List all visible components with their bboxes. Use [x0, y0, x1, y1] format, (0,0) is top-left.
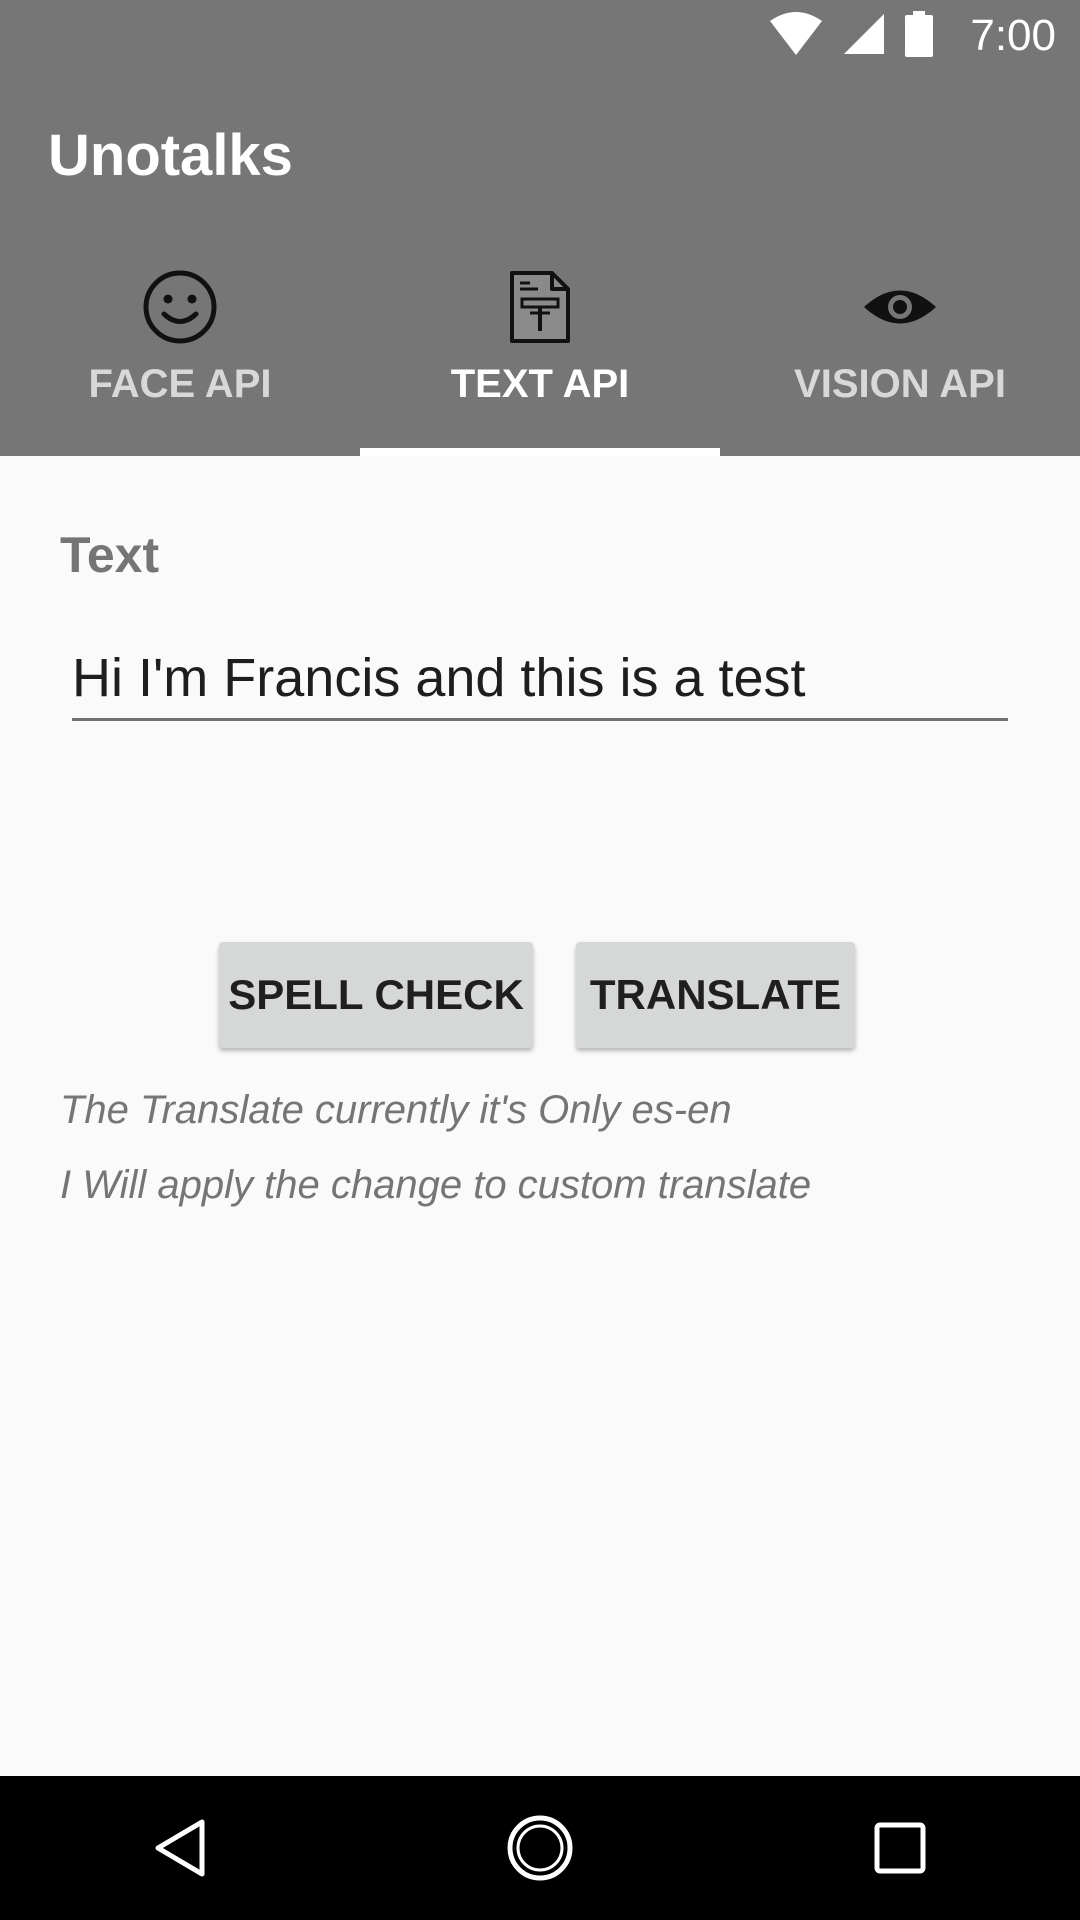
translate-button[interactable]: TRANSLATE: [576, 942, 855, 1048]
spell-check-button[interactable]: SPELL CHECK: [219, 942, 533, 1048]
tab-text-api[interactable]: TEXT API: [360, 240, 720, 456]
custom-translate-note: I Will apply the change to custom transl…: [60, 1163, 812, 1207]
cell-signal-icon: [842, 12, 886, 60]
text-input[interactable]: [72, 638, 1008, 721]
tab-vision-api[interactable]: VISION API: [720, 240, 1080, 456]
status-bar: 7:00: [0, 0, 1080, 72]
clock: 7:00: [970, 11, 1056, 60]
text-field-label: Text: [60, 527, 160, 583]
battery-icon: [904, 11, 934, 61]
tab-vision-api-label: VISION API: [794, 362, 1006, 406]
eye-icon: [861, 268, 939, 346]
translate-note: The Translate currently it's Only es-en: [60, 1088, 732, 1132]
tab-text-api-label: TEXT API: [450, 362, 630, 406]
back-icon[interactable]: [120, 1788, 240, 1908]
tab-face-api-label: FACE API: [88, 362, 272, 406]
smiley-face-icon: [141, 268, 219, 346]
app-bar: 7:00 Unotalks FACE API TEXT API VISION A…: [0, 0, 1080, 456]
app-title: Unotalks: [48, 123, 293, 188]
navigation-bar: [0, 1776, 1080, 1920]
text-document-icon: [501, 268, 579, 346]
active-tab-indicator: [360, 448, 720, 456]
status-icons: 7:00: [768, 10, 1056, 62]
home-icon[interactable]: [480, 1788, 600, 1908]
tab-face-api[interactable]: FACE API: [0, 240, 360, 456]
wifi-icon: [768, 11, 824, 61]
tab-bar: FACE API TEXT API VISION API: [0, 240, 1080, 456]
recents-icon[interactable]: [840, 1788, 960, 1908]
